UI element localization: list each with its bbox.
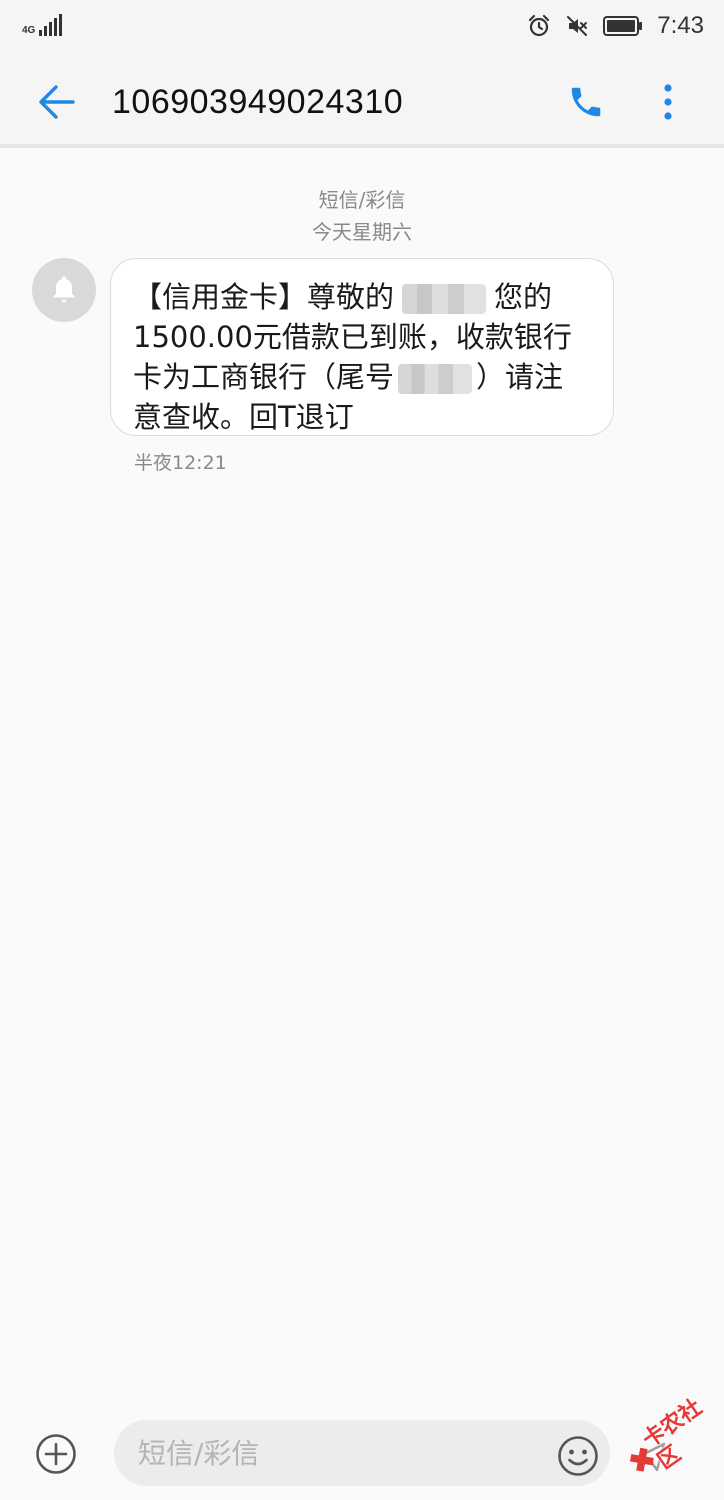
bell-icon (53, 276, 75, 303)
message-text: ）请注 (476, 360, 564, 394)
clock-time: 7:43 (657, 12, 704, 39)
message-bubble[interactable]: 【信用金卡】尊敬的 您的 1500.00元借款已到账，收款银行 卡为工商银行（尾号… (110, 258, 614, 436)
contact-number-title: 106903949024310 (112, 83, 404, 121)
message-text: 【信用金卡】尊敬的 (133, 280, 395, 314)
attach-button[interactable] (34, 1432, 78, 1476)
emoji-button[interactable] (556, 1434, 600, 1478)
conversation-header: 106903949024310 (0, 52, 724, 148)
sender-avatar[interactable] (32, 258, 96, 322)
battery-icon (603, 16, 643, 36)
alarm-icon (529, 14, 550, 37)
message-type-label: 短信/彩信 (318, 188, 406, 212)
back-arrow-icon (39, 85, 75, 119)
status-icons: 7:43 (527, 12, 704, 40)
redacted-name (402, 284, 487, 314)
message-timestamp: 半夜12:21 (134, 452, 227, 474)
network-status: 4G (22, 14, 63, 36)
emoji-icon (558, 1436, 598, 1476)
message-line: 卡为工商银行（尾号 ）请注 (133, 357, 591, 397)
back-button[interactable] (30, 78, 82, 126)
add-circle-icon (36, 1434, 76, 1474)
call-button[interactable] (560, 78, 612, 126)
more-vertical-icon (664, 84, 672, 120)
message-line: 【信用金卡】尊敬的 您的 (133, 277, 591, 317)
date-separator: 今天星期六 (312, 220, 412, 244)
phone-icon (571, 87, 601, 117)
more-options-button[interactable] (646, 78, 690, 126)
message-composer (0, 1404, 724, 1500)
message-input-box[interactable] (114, 1420, 610, 1486)
message-line: 意查收。回T退订 (133, 400, 354, 434)
message-input[interactable] (136, 1430, 546, 1476)
status-bar: 4G 7:43 (0, 0, 724, 52)
network-type-label: 4G (22, 25, 36, 36)
redacted-card-number (398, 364, 473, 394)
signal-icon (39, 14, 63, 36)
message-text: 卡为工商银行（尾号 (133, 360, 395, 394)
mute-icon (567, 16, 588, 36)
message-line: 1500.00元借款已到账，收款银行 (133, 320, 572, 354)
message-text: 您的 (494, 280, 553, 314)
